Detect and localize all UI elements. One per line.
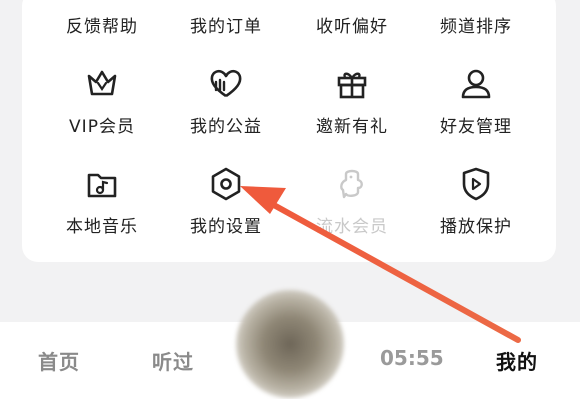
menu-item-settings[interactable]: 我的设置 [166,164,286,237]
menu-item-preferences[interactable]: 收听偏好 [292,12,412,37]
menu-item-label: VIP会员 [69,117,135,137]
menu-item-label: 收听偏好 [316,17,388,37]
crown-icon [87,70,117,96]
menu-item-label: 我的订单 [190,17,262,37]
menu-item-label: 我的设置 [190,217,262,237]
menu-item-label: 好友管理 [440,117,512,137]
menu-item-membership[interactable]: 流水会员 [292,164,412,237]
tab-home[interactable]: 首页 [38,346,80,375]
mascot-icon [340,169,363,199]
menu-item-label: 播放保护 [440,217,512,237]
gift-icon [337,72,367,99]
heart-icon [210,69,242,98]
settings-hexagon-icon [211,167,241,201]
menu-item-label: 邀新有礼 [316,117,388,137]
menu-item-local-music[interactable]: 本地音乐 [42,164,162,237]
user-icon [461,69,491,99]
tab-listened[interactable]: 听过 [152,346,194,375]
playback-time: 05:55 [380,346,444,370]
menu-item-invite[interactable]: 邀新有礼 [292,64,412,137]
menu-item-label: 频道排序 [440,17,512,37]
menu-item-play-protection[interactable]: 播放保护 [416,164,536,237]
menu-item-label: 流水会员 [316,217,388,237]
menu-item-feedback[interactable]: 反馈帮助 [42,12,162,37]
menu-item-friends[interactable]: 好友管理 [416,64,536,137]
menu-item-charity[interactable]: 我的公益 [166,64,286,137]
menu-item-vip[interactable]: VIP会员 [42,64,162,137]
menu-item-label: 我的公益 [190,117,262,137]
music-folder-icon [87,173,117,198]
menu-item-label: 反馈帮助 [66,17,138,37]
tab-mine[interactable]: 我的 [496,346,538,375]
now-playing-disc[interactable] [236,290,344,398]
shield-play-icon [462,167,490,201]
menu-item-label: 本地音乐 [66,217,138,237]
menu-item-channel-sort[interactable]: 频道排序 [416,12,536,37]
menu-item-orders[interactable]: 我的订单 [166,12,286,37]
